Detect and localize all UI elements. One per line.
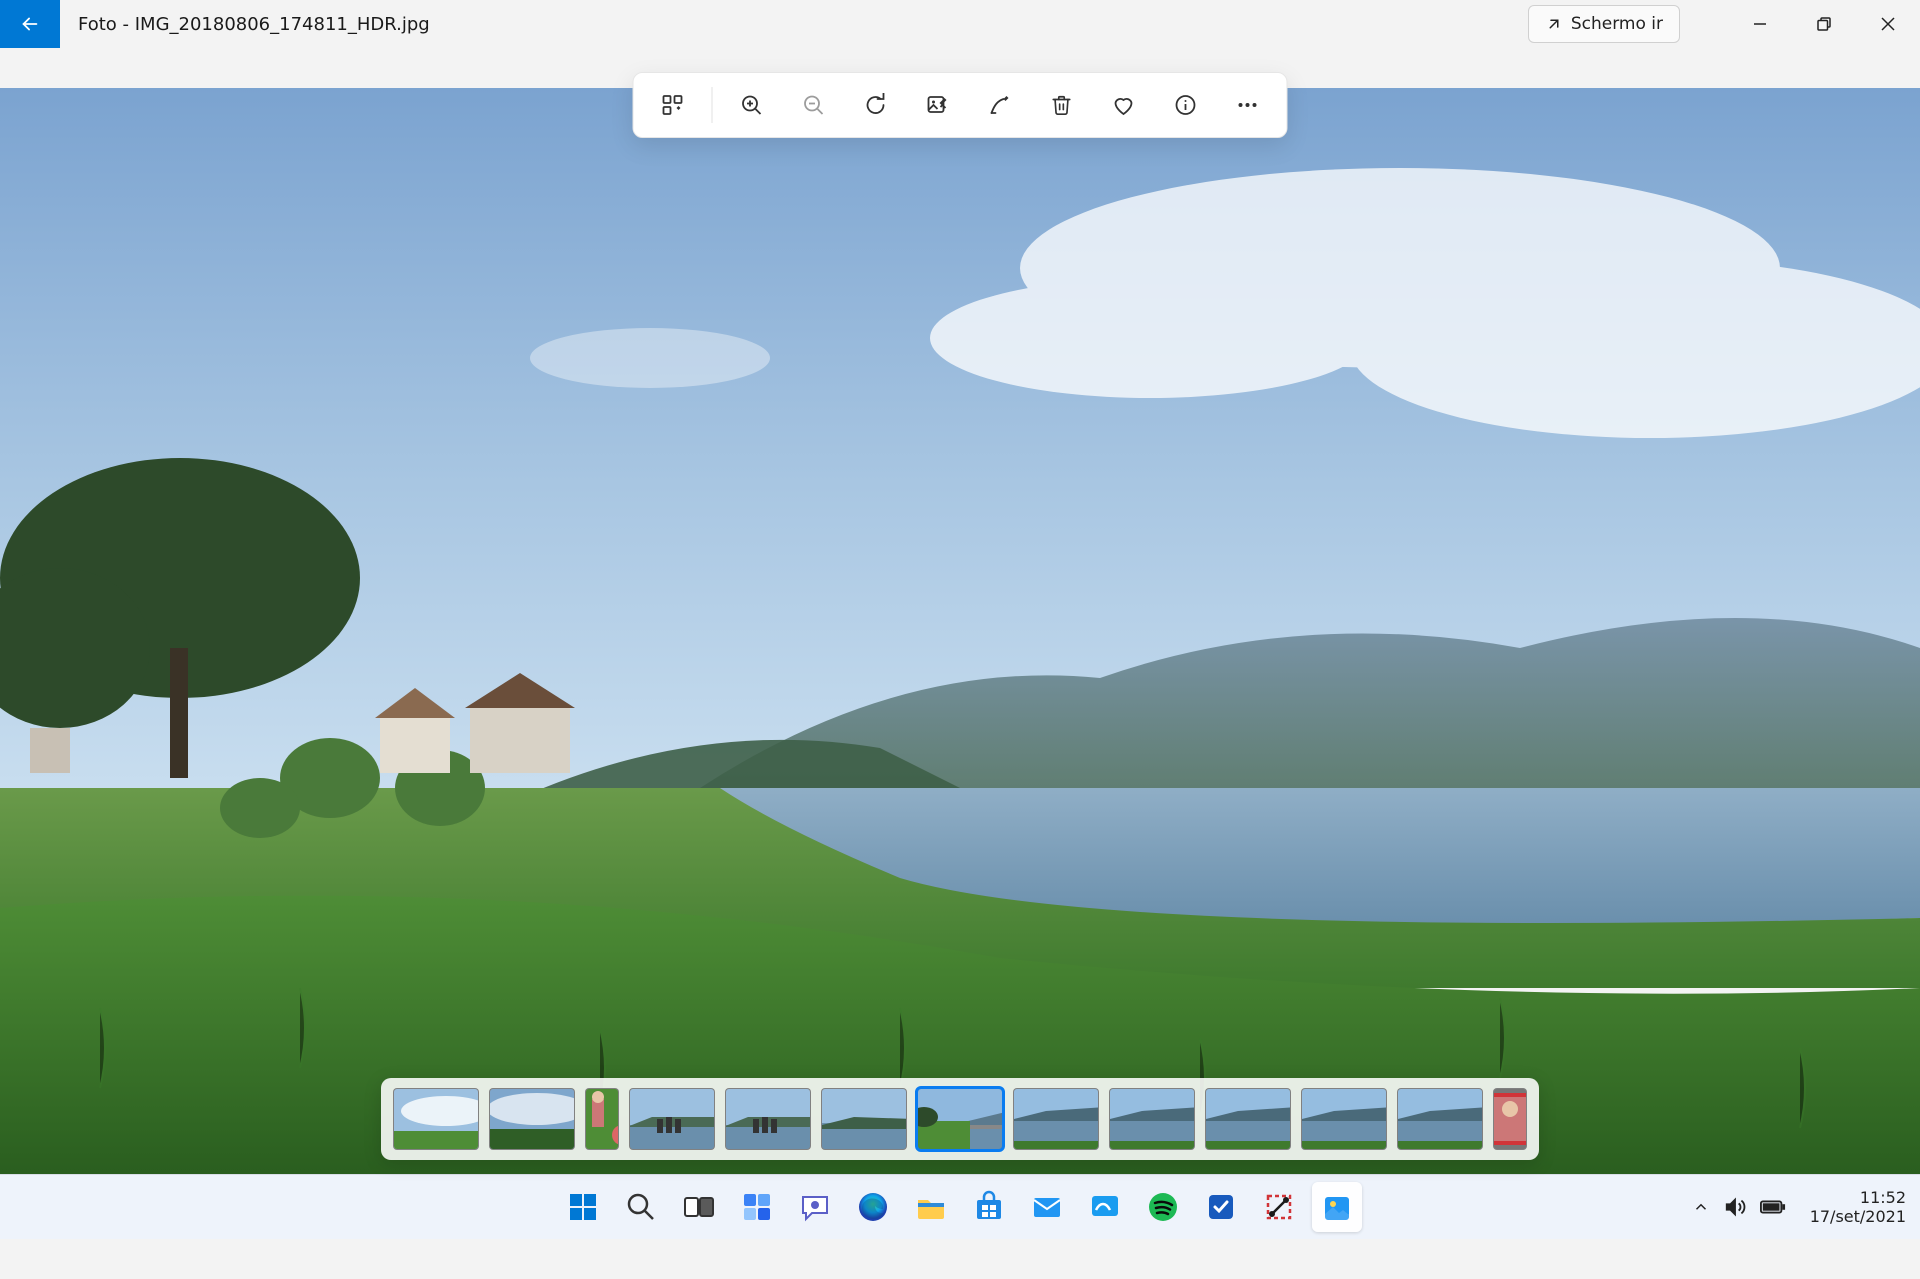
window-title: Foto - IMG_20180806_174811_HDR.jpg [78, 14, 430, 35]
store-button[interactable] [964, 1182, 1014, 1232]
taskbar: 11:52 17/set/2021 [0, 1174, 1920, 1239]
spotify-button[interactable] [1138, 1182, 1188, 1232]
minimize-button[interactable] [1728, 0, 1792, 48]
favorite-button[interactable] [1095, 81, 1153, 129]
filmstrip-thumb[interactable] [1013, 1088, 1099, 1150]
widgets-button[interactable] [732, 1182, 782, 1232]
info-button[interactable] [1157, 81, 1215, 129]
view-all-button[interactable] [644, 81, 702, 129]
heart-icon [1112, 93, 1136, 117]
snip-button[interactable] [1254, 1182, 1304, 1232]
back-button[interactable] [0, 0, 60, 48]
fullscreen-label: Schermo ir [1571, 14, 1663, 34]
fullscreen-button[interactable]: Schermo ir [1528, 5, 1680, 43]
filmstrip-thumb[interactable] [821, 1088, 907, 1150]
taskbar-center [558, 1182, 1362, 1232]
edit-button[interactable] [909, 81, 967, 129]
titlebar: Foto - IMG_20180806_174811_HDR.jpg Scher… [0, 0, 1920, 48]
zoom-in-button[interactable] [723, 81, 781, 129]
rotate-button[interactable] [847, 81, 905, 129]
maximize-button[interactable] [1792, 0, 1856, 48]
volume-icon[interactable] [1724, 1196, 1746, 1218]
start-button[interactable] [558, 1182, 608, 1232]
photos-button[interactable] [1312, 1182, 1362, 1232]
filmstrip-thumb[interactable] [1109, 1088, 1195, 1150]
filmstrip-thumb[interactable] [1205, 1088, 1291, 1150]
delete-button[interactable] [1033, 81, 1091, 129]
filmstrip-thumb[interactable] [585, 1088, 619, 1150]
grid-icon [661, 93, 685, 117]
draw-button[interactable] [971, 81, 1029, 129]
explorer-button[interactable] [906, 1182, 956, 1232]
whiteboard-button[interactable] [1080, 1182, 1130, 1232]
mail-button[interactable] [1022, 1182, 1072, 1232]
filmstrip-thumb[interactable] [489, 1088, 575, 1150]
filmstrip-thumb[interactable] [725, 1088, 811, 1150]
filmstrip-thumb[interactable] [1301, 1088, 1387, 1150]
clock-time: 11:52 [1810, 1188, 1906, 1207]
taskview-button[interactable] [674, 1182, 724, 1232]
filmstrip [381, 1078, 1539, 1160]
filmstrip-thumb[interactable] [1493, 1088, 1527, 1150]
expand-icon [1545, 15, 1563, 33]
rotate-icon [864, 93, 888, 117]
close-button[interactable] [1856, 0, 1920, 48]
filmstrip-thumb[interactable] [917, 1088, 1003, 1150]
trash-icon [1051, 94, 1073, 116]
photo-viewer [0, 48, 1920, 1174]
photo-toolbar [633, 72, 1288, 138]
clock-date: 17/set/2021 [1810, 1207, 1906, 1226]
draw-icon [988, 93, 1012, 117]
edit-image-icon [926, 93, 950, 117]
todo-button[interactable] [1196, 1182, 1246, 1232]
info-icon [1174, 93, 1198, 117]
edge-button[interactable] [848, 1182, 898, 1232]
zoom-out-button[interactable] [785, 81, 843, 129]
filmstrip-thumb[interactable] [629, 1088, 715, 1150]
taskbar-clock[interactable]: 11:52 17/set/2021 [1810, 1188, 1906, 1226]
chat-button[interactable] [790, 1182, 840, 1232]
zoom-in-icon [740, 93, 764, 117]
battery-icon[interactable] [1760, 1198, 1786, 1216]
search-button[interactable] [616, 1182, 666, 1232]
photo-stage[interactable] [0, 88, 1920, 1174]
toolbar-separator [712, 87, 713, 123]
filmstrip-thumb[interactable] [393, 1088, 479, 1150]
tray-expand-icon[interactable] [1692, 1198, 1710, 1216]
more-icon [1236, 93, 1260, 117]
system-tray: 11:52 17/set/2021 [1692, 1188, 1906, 1226]
window-controls [1728, 0, 1920, 48]
zoom-out-icon [802, 93, 826, 117]
more-button[interactable] [1219, 81, 1277, 129]
filmstrip-thumb[interactable] [1397, 1088, 1483, 1150]
